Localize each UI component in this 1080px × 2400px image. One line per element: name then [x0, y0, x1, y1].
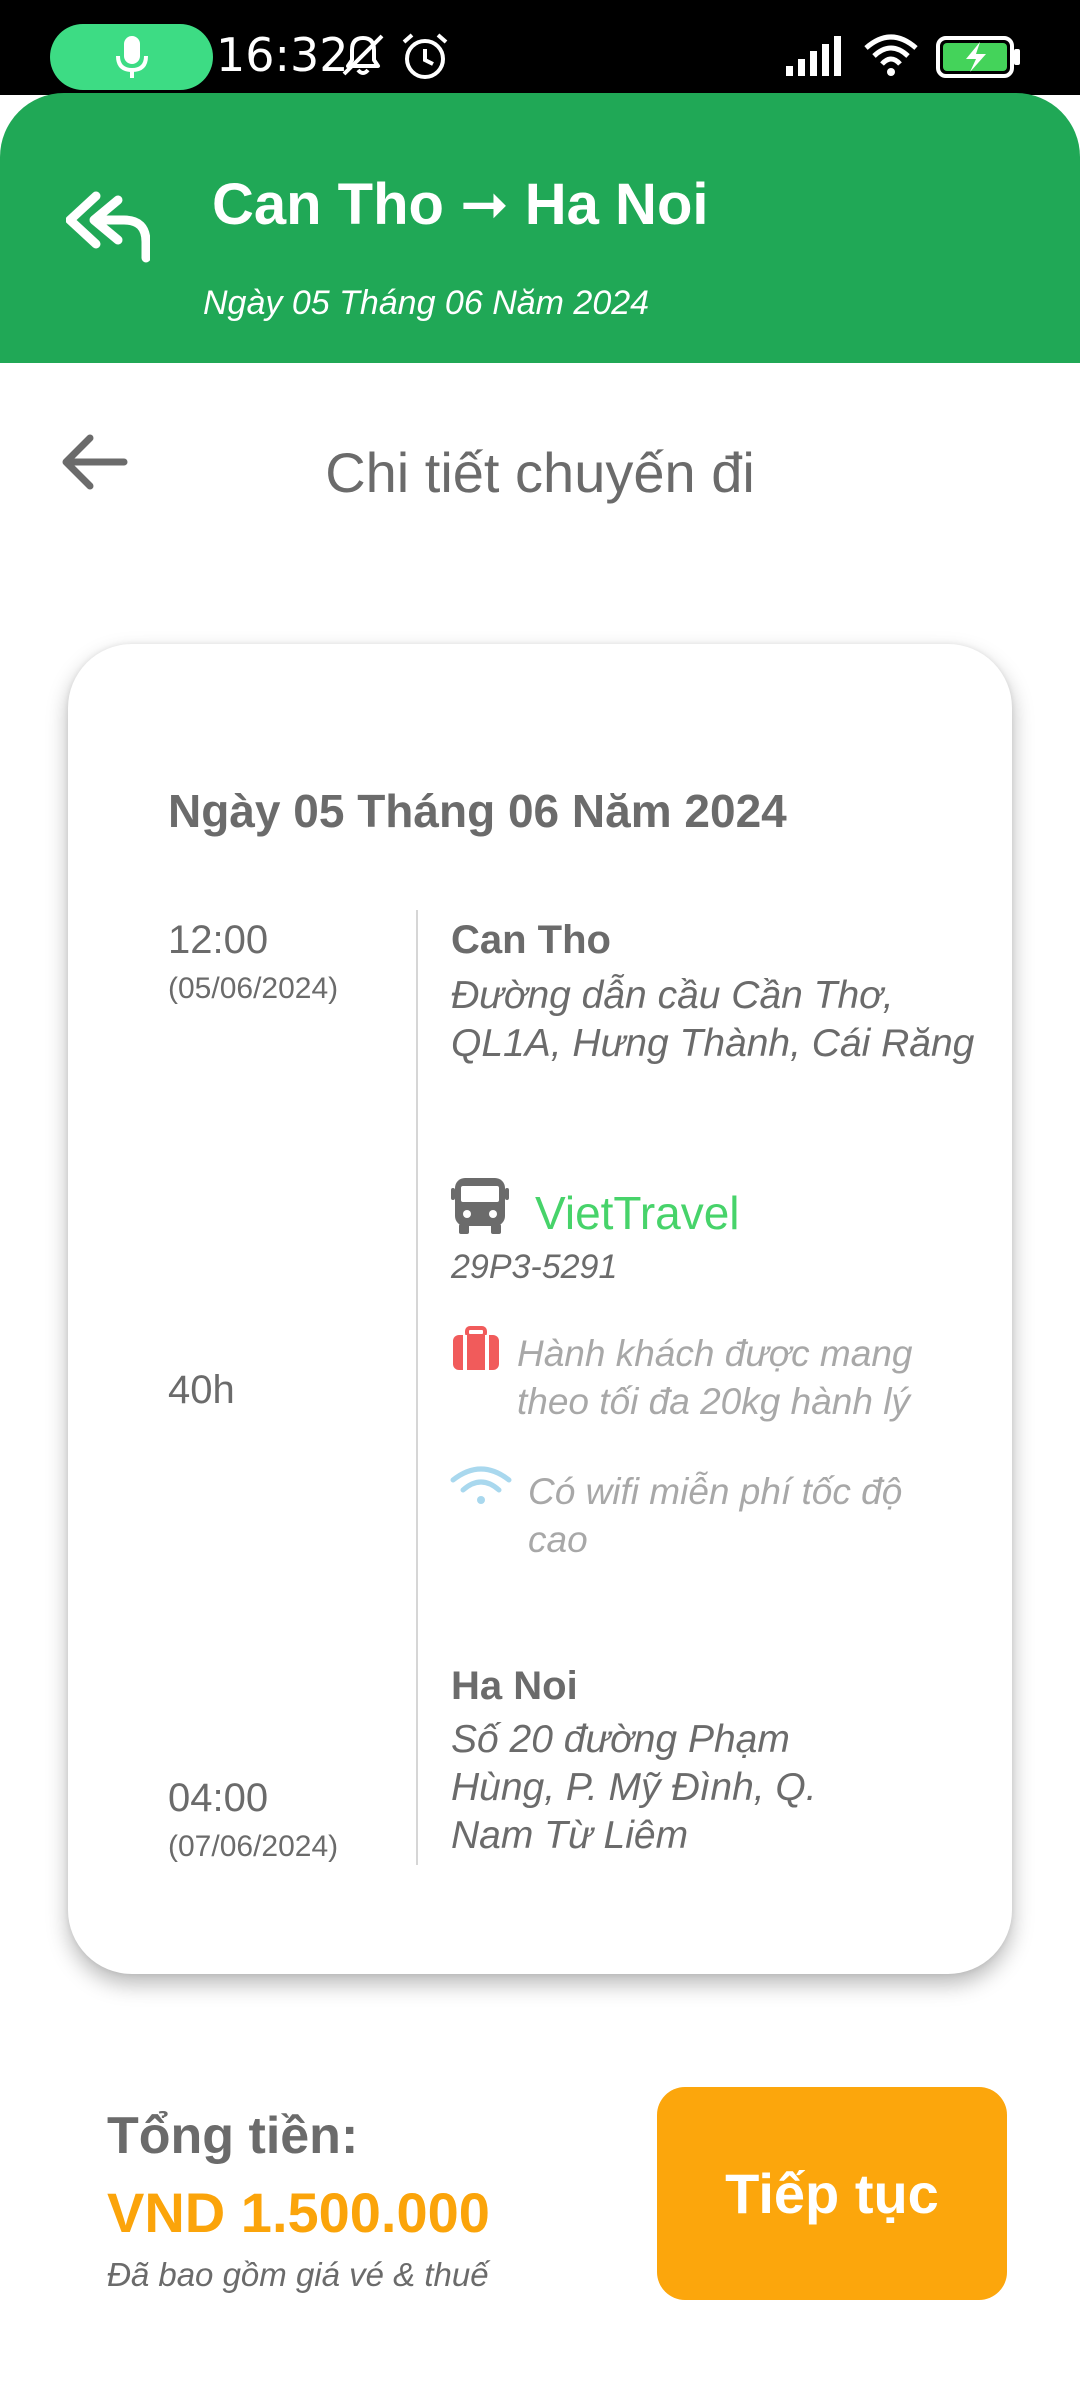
- timeline-divider: [416, 910, 418, 1865]
- luggage-allowance-text: Hành khách được mang theo tối đa 20kg hà…: [517, 1333, 913, 1422]
- bell-off-icon: [342, 34, 384, 76]
- status-bar: 16:32: [0, 0, 1080, 95]
- page-title: Chi tiết chuyến đi: [325, 441, 755, 504]
- microphone-icon: [115, 36, 148, 78]
- arrival-city: Ha Noi: [451, 1664, 578, 1708]
- operator-name: VietTravel: [535, 1187, 740, 1239]
- arrival-address: Số 20 đường Phạm Hùng, P. Mỹ Đình, Q. Na…: [451, 1718, 817, 1857]
- arrival-date: (07/06/2024): [168, 1830, 339, 1863]
- bus-icon: [451, 1178, 509, 1234]
- arrival-time: 04:00: [168, 1776, 269, 1820]
- departure-address: Đường dẫn cầu Cần Thơ, QL1A, Hưng Thành,…: [451, 974, 975, 1065]
- wifi-icon: [450, 1466, 512, 1504]
- trip-duration: 40h: [168, 1368, 235, 1412]
- route-date: Ngày 05 Tháng 06 Năm 2024: [203, 284, 650, 322]
- double-reply-arrow-icon[interactable]: [66, 190, 150, 266]
- status-time: 16:32: [216, 28, 349, 82]
- bus-plate: 29P3-5291: [451, 1248, 618, 1286]
- battery-charging-icon: [936, 36, 1020, 78]
- continue-button[interactable]: Tiếp tục: [657, 2087, 1007, 2300]
- trip-date: Ngày 05 Tháng 06 Năm 2024: [168, 785, 787, 837]
- route-title: Can Tho ➞ Ha Noi: [212, 172, 709, 237]
- total-price: VND 1.500.000: [107, 2181, 490, 2244]
- luggage-icon: [453, 1326, 499, 1370]
- microphone-indicator[interactable]: [50, 24, 213, 90]
- total-label: Tổng tiền:: [107, 2107, 359, 2165]
- alarm-icon: [402, 33, 448, 79]
- departure-time: 12:00: [168, 918, 269, 962]
- departure-date: (05/06/2024): [168, 972, 339, 1005]
- price-note: Đã bao gồm giá vé & thuế: [107, 2256, 489, 2293]
- wifi-amenity-text: Có wifi miễn phí tốc độ cao: [528, 1471, 903, 1560]
- wifi-icon: [864, 34, 918, 76]
- departure-city: Can Tho: [451, 918, 611, 962]
- signal-icon: [786, 36, 841, 76]
